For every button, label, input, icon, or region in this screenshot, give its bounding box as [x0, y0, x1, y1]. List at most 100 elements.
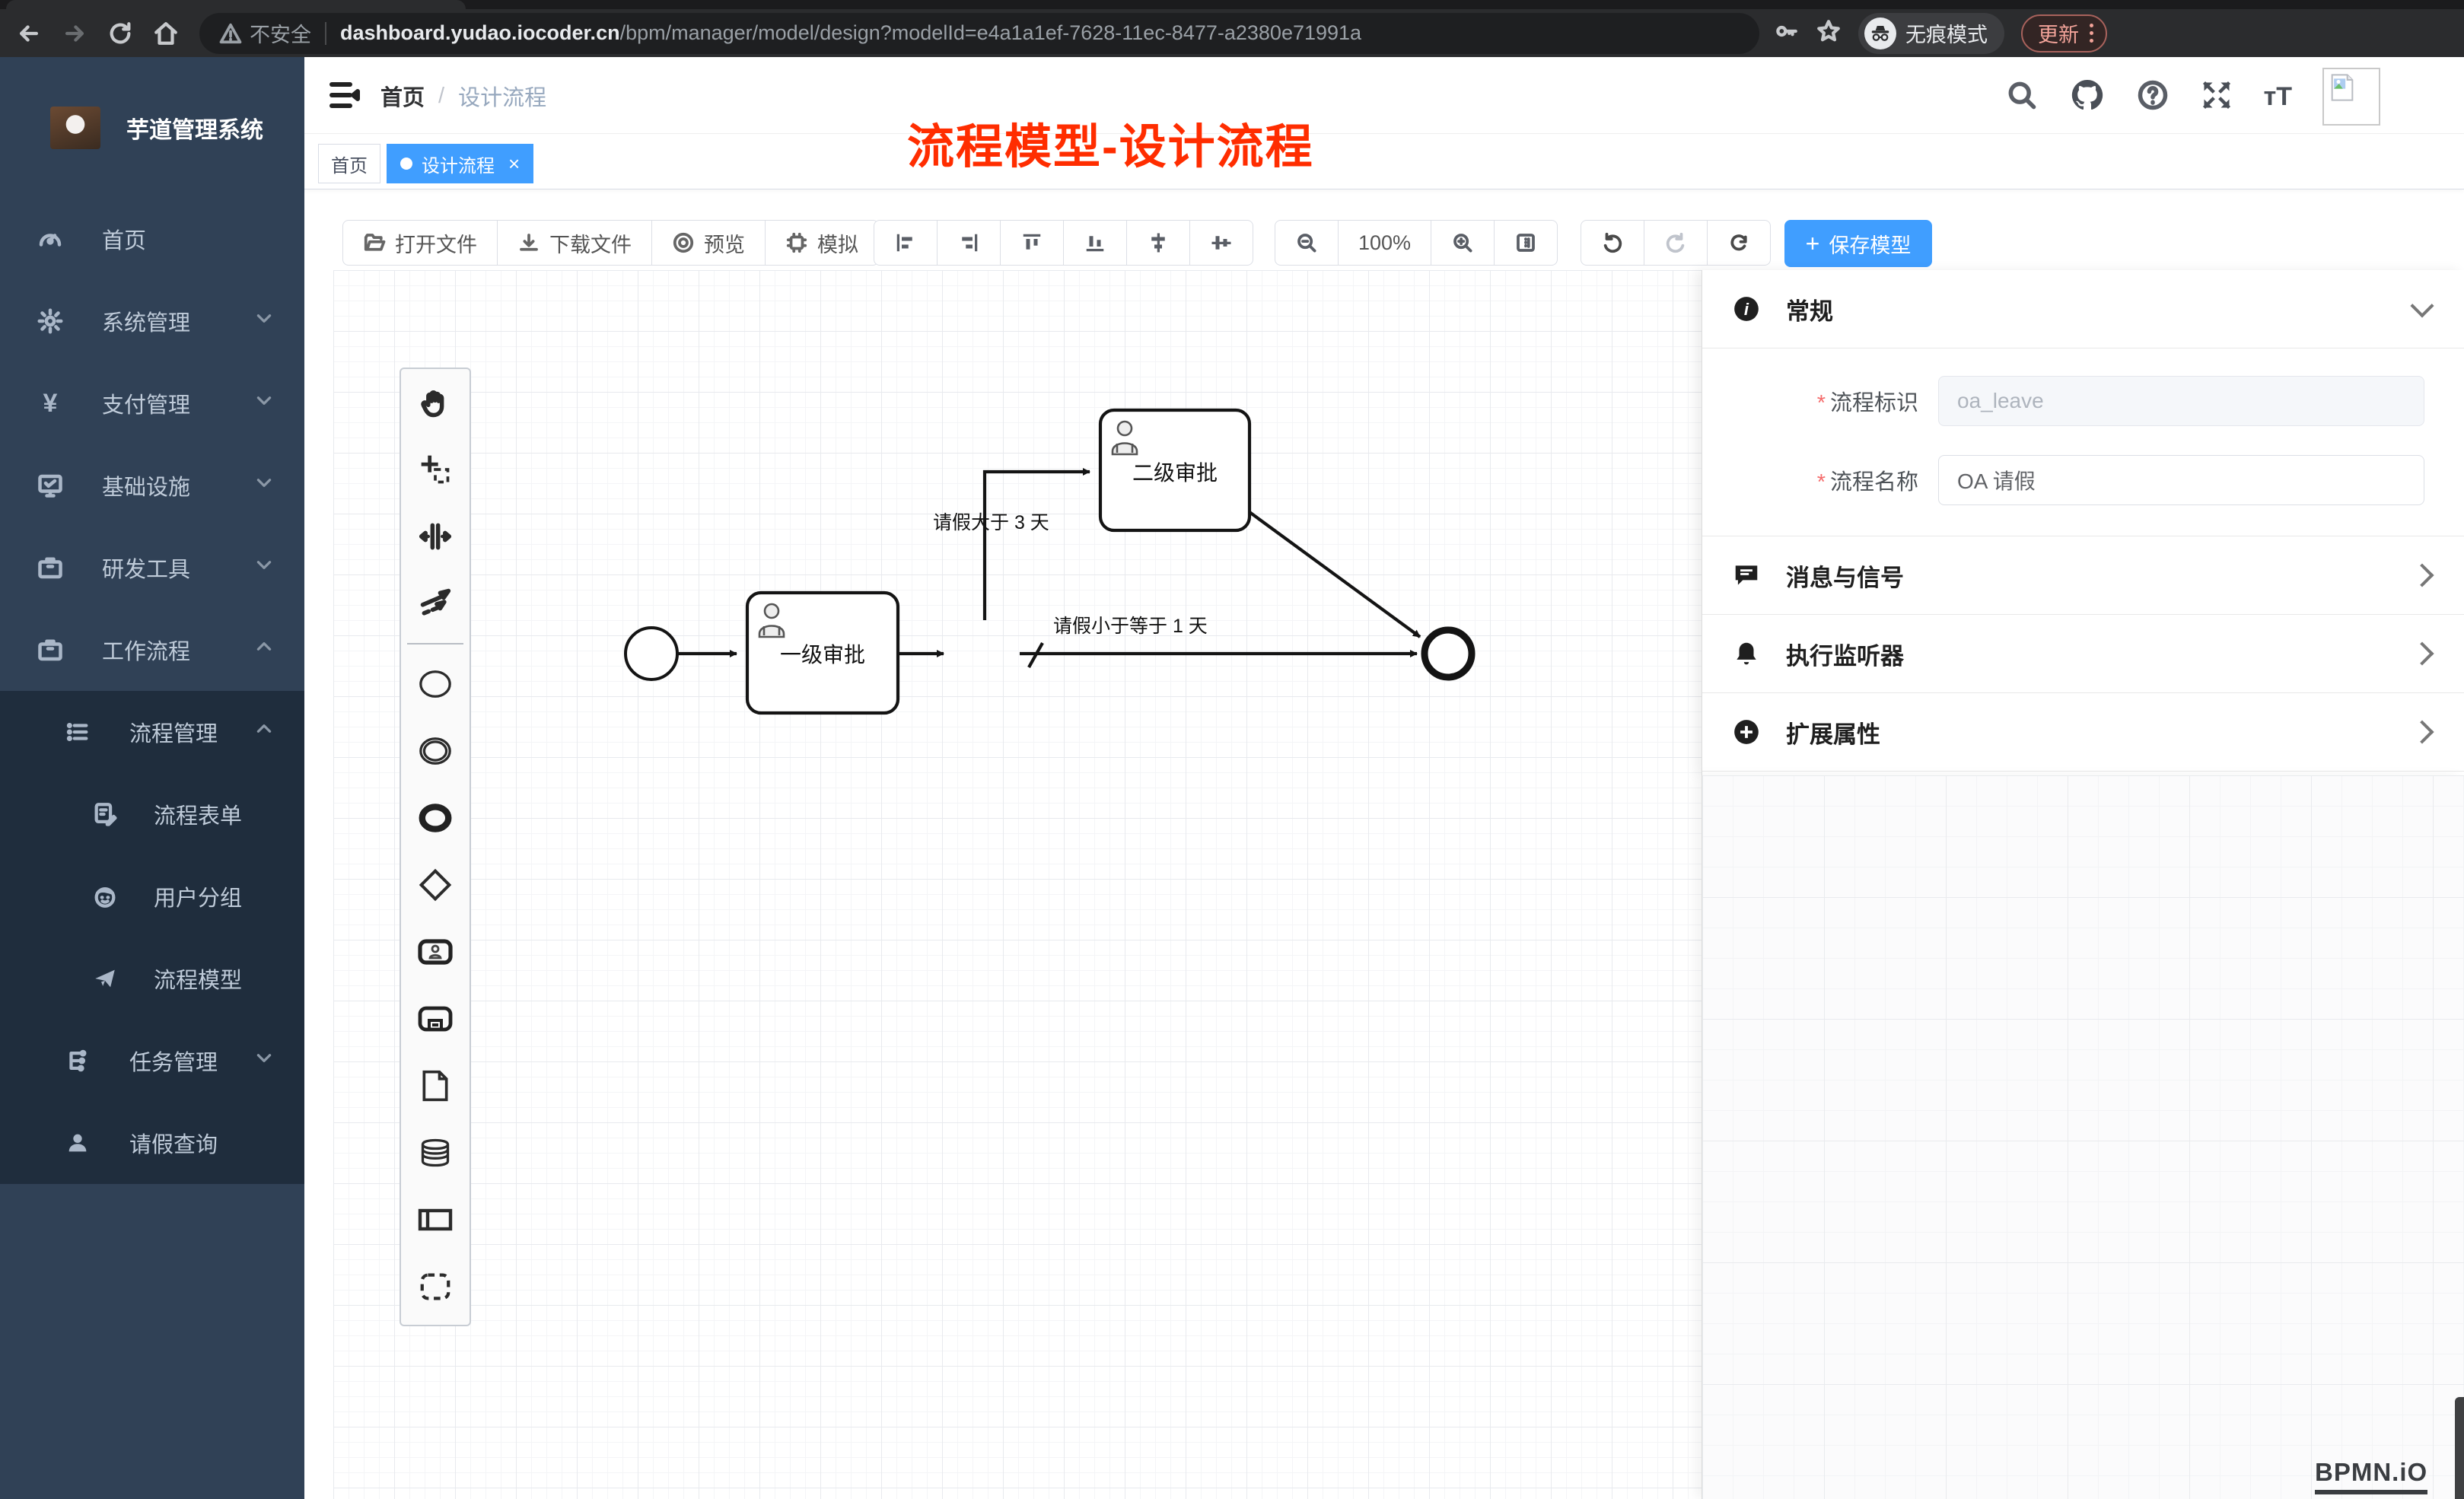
sidebar-item-workflow[interactable]: 工作流程 [0, 609, 304, 691]
sidebar-item-label: 流程表单 [154, 798, 242, 830]
end-event[interactable] [1425, 630, 1472, 677]
preview-button[interactable]: 预览 [652, 220, 766, 266]
download-file-button[interactable]: 下载文件 [498, 220, 652, 266]
bpmn-io-watermark[interactable]: BPMN.iO [2315, 1458, 2427, 1494]
zoom-in-icon[interactable] [1431, 220, 1495, 266]
align-right-icon[interactable] [938, 220, 1001, 266]
back-icon[interactable] [12, 17, 46, 50]
process-key-field: *流程标识 [1702, 365, 2464, 437]
flow-icon [64, 1048, 91, 1074]
navbar-actions: ᴛT [2005, 68, 2380, 126]
align-left-icon[interactable] [874, 220, 938, 266]
workflow-submenu: 流程管理 流程表单 用户分组 流程模型 [0, 691, 304, 1184]
close-icon[interactable]: × [508, 152, 520, 176]
breadcrumb-home[interactable]: 首页 [380, 80, 425, 112]
chevron-down-icon [254, 308, 274, 334]
address-bar[interactable]: 不安全 dashboard.yudao.iocoder.cn/bpm/manag… [199, 13, 1759, 54]
properties-panel: i 常规 *流程标识 *流程名称 消息与信号 [1702, 270, 2464, 775]
button-label: 模拟 [817, 228, 858, 258]
bpmn-diagram: 一级审批 二级审批 请假大于 3 天 请假小于等于 1 天 [333, 270, 1702, 1499]
section-extended-attrs[interactable]: 扩展属性 [1702, 693, 2464, 772]
save-model-button[interactable]: + 保存模型 [1784, 220, 1932, 267]
browser-actions: 无痕模式 更新 [1773, 13, 2107, 54]
process-key-input[interactable] [1938, 376, 2424, 426]
button-label: 预览 [704, 228, 745, 258]
redo-icon[interactable] [1644, 220, 1708, 266]
sidebar-item-infra[interactable]: 基础设施 [0, 444, 304, 527]
zoom-level[interactable]: 100% [1339, 220, 1431, 266]
sidebar-item-user-group[interactable]: 用户分组 [0, 855, 304, 937]
fullscreen-icon[interactable] [2200, 78, 2233, 116]
bpmn-canvas[interactable]: 一级审批 二级审批 请假大于 3 天 请假小于等于 1 天 [333, 270, 1702, 1499]
start-event[interactable] [626, 628, 677, 679]
browser-active-tab[interactable] [6, 0, 466, 9]
open-file-button[interactable]: 打开文件 [342, 220, 498, 266]
broken-image-icon [2327, 72, 2357, 103]
process-name-input[interactable] [1938, 455, 2424, 505]
key-icon[interactable] [1773, 18, 1799, 48]
sidebar-item-system[interactable]: 系统管理 [0, 280, 304, 362]
refresh-icon[interactable] [1708, 220, 1771, 266]
button-label: 打开文件 [395, 228, 477, 258]
general-form: *流程标识 *流程名称 [1702, 348, 2464, 536]
flow-label-le1[interactable]: 请假小于等于 1 天 [1053, 616, 1208, 637]
simulate-button[interactable]: 模拟 [766, 220, 879, 266]
sidebar-item-leave-query[interactable]: 请假查询 [0, 1102, 304, 1184]
flow-label-gt3[interactable]: 请假大于 3 天 [933, 512, 1049, 533]
section-title: 扩展属性 [1786, 715, 2391, 750]
update-button[interactable]: 更新 [2021, 14, 2107, 53]
sidebar-item-payment[interactable]: ¥ 支付管理 [0, 362, 304, 444]
flow-task2-to-end[interactable] [1250, 512, 1420, 637]
section-general[interactable]: i 常规 [1702, 270, 2464, 348]
help-icon[interactable] [2136, 78, 2170, 116]
align-center-horizontal-icon[interactable] [1127, 220, 1190, 266]
screen: 不安全 dashboard.yudao.iocoder.cn/bpm/manag… [0, 0, 2464, 1499]
sidebar-item-process-model[interactable]: 流程模型 [0, 937, 304, 1020]
history-button-group [1581, 220, 1771, 266]
zoom-out-icon[interactable] [1275, 220, 1339, 266]
align-center-vertical-icon[interactable] [1190, 220, 1253, 266]
section-message-signal[interactable]: 消息与信号 [1702, 536, 2464, 615]
zoom-reset-icon[interactable] [1495, 220, 1558, 266]
sidebar-item-label: 工作流程 [102, 634, 190, 666]
font-size-icon[interactable]: ᴛT [2264, 82, 2292, 112]
incognito-badge[interactable]: 无痕模式 [1858, 13, 2004, 54]
chevron-down-icon [254, 555, 274, 581]
undo-icon[interactable] [1581, 220, 1644, 266]
bookmark-star-icon[interactable] [1816, 18, 1842, 48]
sidebar: 芋道管理系统 首页 系统管理 ¥ 支付管理 基础设施 [0, 57, 304, 1499]
sidebar-item-label: 基础设施 [102, 469, 190, 501]
github-icon[interactable] [2069, 77, 2106, 117]
browser-menu-icon[interactable] [2090, 24, 2093, 43]
sidebar-item-devtools[interactable]: 研发工具 [0, 527, 304, 609]
align-top-icon[interactable] [1001, 220, 1064, 266]
sidebar-item-label: 研发工具 [102, 552, 190, 584]
sidebar-item-label: 任务管理 [129, 1045, 218, 1077]
reload-icon[interactable] [103, 17, 137, 50]
sidebar-item-label: 支付管理 [102, 387, 190, 419]
home-icon[interactable] [149, 17, 183, 50]
browser-chrome: 不安全 dashboard.yudao.iocoder.cn/bpm/manag… [0, 0, 2464, 57]
warning-icon [221, 24, 240, 42]
sidebar-toggle-icon[interactable] [326, 77, 362, 113]
required-marker: * [1817, 391, 1826, 415]
search-icon[interactable] [2005, 78, 2039, 116]
tag-home[interactable]: 首页 [318, 144, 380, 183]
sidebar-item-task-mgmt[interactable]: 任务管理 [0, 1020, 304, 1102]
forward-icon[interactable] [58, 17, 91, 50]
sidebar-item-process-mgmt[interactable]: 流程管理 [0, 691, 304, 773]
zoom-button-group: 100% [1275, 220, 1558, 266]
update-label: 更新 [2038, 18, 2079, 48]
section-execution-listener[interactable]: 执行监听器 [1702, 615, 2464, 693]
sidebar-item-home[interactable]: 首页 [0, 198, 304, 280]
app-logo [50, 107, 100, 149]
chevron-down-icon [2410, 294, 2434, 317]
flow-gateway-to-task2[interactable] [985, 472, 1090, 620]
tag-design-process[interactable]: 设计流程 × [387, 144, 533, 183]
sidebar-item-process-form[interactable]: 流程表单 [0, 773, 304, 855]
security-status[interactable]: 不安全 [219, 18, 311, 48]
browser-toolbar: 不安全 dashboard.yudao.iocoder.cn/bpm/manag… [0, 9, 2464, 57]
align-bottom-icon[interactable] [1064, 220, 1127, 266]
avatar[interactable] [2322, 68, 2380, 126]
incognito-icon [1864, 18, 1896, 49]
